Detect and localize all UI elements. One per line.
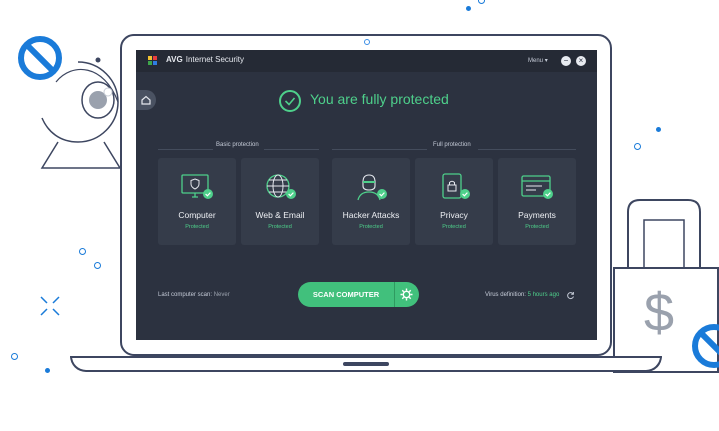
card-status: Protected (268, 224, 292, 230)
globe-icon (266, 174, 296, 199)
card-label: Payments (518, 210, 556, 220)
menu-label: Menu (528, 58, 544, 64)
avg-logo-icon (148, 61, 152, 65)
decor-dot (45, 368, 50, 373)
hacker-icon (357, 174, 387, 201)
virus-def-value: 5 hours ago (527, 292, 560, 298)
laptop-camera (364, 39, 370, 45)
card-label: Computer (178, 210, 216, 220)
brand-name: AVG (166, 55, 183, 64)
section-divider (478, 149, 576, 150)
card-label: Privacy (440, 210, 468, 220)
close-button[interactable]: × (576, 56, 586, 66)
lock-icon (442, 173, 470, 199)
decor-ring (79, 248, 86, 255)
sparkle-icon (40, 296, 60, 316)
section-label-basic: Basic protection (216, 142, 259, 148)
decor-ring (634, 143, 641, 150)
protected-check-icon (279, 90, 301, 112)
avg-logo-icon (153, 56, 157, 60)
monitor-shield-icon (181, 174, 213, 199)
section-divider (264, 149, 319, 150)
blocked-icon (18, 36, 62, 80)
home-button[interactable] (136, 90, 156, 110)
chevron-down-icon: ▾ (544, 58, 548, 64)
decor-ring (478, 0, 485, 4)
card-label: Web & Email (255, 210, 305, 220)
card-payments[interactable]: Payments Protected (498, 158, 576, 245)
virus-definition: Virus definition: 5 hours ago (485, 292, 559, 298)
app-window: AVG Internet Security Menu ▾ − × You are … (136, 50, 597, 340)
card-hacker-attacks[interactable]: Hacker Attacks Protected (332, 158, 410, 245)
product-name: Internet Security (185, 55, 244, 64)
last-scan-label: Last computer scan: (158, 292, 213, 298)
virus-def-label: Virus definition: (485, 292, 526, 298)
last-scan-value: Never (213, 292, 230, 298)
last-scan: Last computer scan: Never (158, 292, 230, 298)
card-status: Protected (359, 224, 383, 230)
title-bar: AVG Internet Security Menu ▾ − × (136, 50, 597, 72)
laptop-notch (343, 362, 389, 366)
avg-logo-icon (153, 61, 157, 65)
card-status: Protected (525, 224, 549, 230)
decor-dot (466, 6, 471, 11)
dollar-sign: $ (644, 283, 675, 343)
decor-ring (94, 262, 101, 269)
scan-button-divider (394, 282, 395, 307)
card-privacy[interactable]: Privacy Protected (415, 158, 493, 245)
avg-logo-icon (148, 56, 152, 60)
card-web-email[interactable]: Web & Email Protected (241, 158, 319, 245)
section-label-full: Full protection (433, 142, 471, 148)
credit-card-icon (521, 175, 553, 199)
section-divider (158, 149, 213, 150)
card-computer[interactable]: Computer Protected (158, 158, 236, 245)
app-title: AVG Internet Security (166, 55, 244, 64)
card-label: Hacker Attacks (342, 210, 400, 220)
scan-computer-button[interactable]: SCAN COMPUTER (298, 282, 419, 307)
minimize-button[interactable]: − (561, 56, 571, 66)
decor-dot (656, 127, 661, 132)
card-status: Protected (185, 224, 209, 230)
decor-ring (11, 353, 18, 360)
gear-icon[interactable] (399, 287, 414, 302)
refresh-icon[interactable] (566, 291, 575, 300)
status-headline: You are fully protected (310, 91, 449, 107)
menu-button[interactable]: Menu ▾ (528, 57, 548, 64)
scan-button-label: SCAN COMPUTER (312, 290, 380, 299)
section-divider (332, 149, 427, 150)
card-status: Protected (442, 224, 466, 230)
home-icon (141, 95, 151, 105)
